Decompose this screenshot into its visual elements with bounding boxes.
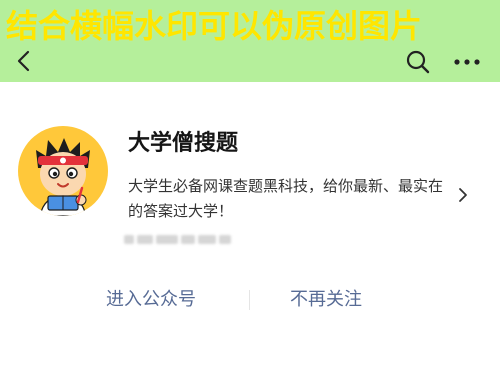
watermark-text: 结合横幅水印可以伪原创图片 xyxy=(6,7,423,45)
unfollow-button[interactable]: 不再关注 xyxy=(290,288,362,312)
blurred-account-id xyxy=(124,232,236,246)
account-name: 大学僧搜题 xyxy=(128,131,239,156)
action-divider xyxy=(249,290,250,310)
account-card: 大学僧搜题 大学生必备网课查题黑科技，给你最新、最实在的答案过大学！ 进入公众号… xyxy=(0,82,500,380)
more-dots-icon[interactable] xyxy=(452,48,482,76)
chevron-right-icon[interactable] xyxy=(456,186,470,204)
avatar[interactable] xyxy=(18,126,108,216)
cartoon-student-avatar-icon xyxy=(36,138,90,216)
search-icon[interactable] xyxy=(404,48,432,76)
enter-account-button[interactable]: 进入公众号 xyxy=(106,288,196,312)
account-description: 大学生必备网课查题黑科技，给你最新、最实在的答案过大学！ xyxy=(128,177,444,220)
chevron-left-icon[interactable] xyxy=(12,48,36,74)
